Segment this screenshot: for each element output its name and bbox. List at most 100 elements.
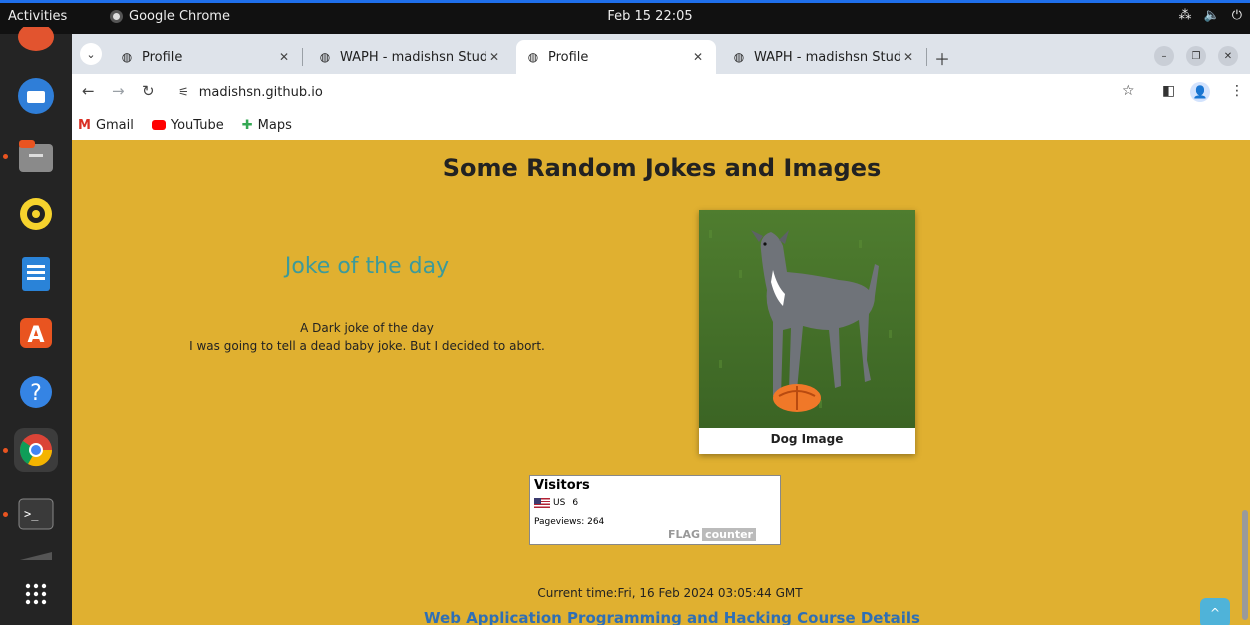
window-close-button[interactable]: ✕ <box>1218 46 1238 66</box>
system-tray[interactable]: ⁂ 🔈 ⏻ <box>1179 8 1242 23</box>
app-name: Google Chrome <box>129 9 230 24</box>
scrollbar-thumb[interactable] <box>1242 510 1248 620</box>
forward-button[interactable]: → <box>112 82 125 100</box>
dock: A ? >_ <box>0 27 72 625</box>
globe-icon: ◍ <box>121 50 133 64</box>
bookmark-star-icon[interactable]: ☆ <box>1122 83 1135 99</box>
running-indicator <box>3 154 8 159</box>
running-indicator <box>3 512 8 517</box>
arrow-right-icon: → <box>112 82 125 100</box>
reload-button[interactable]: ↻ <box>142 82 155 100</box>
chevron-down-icon: ⌄ <box>86 47 96 61</box>
power-icon[interactable]: ⏻ <box>1232 8 1242 23</box>
dog-image-caption: Dog Image <box>770 432 844 446</box>
system-clock[interactable]: Feb 15 22:05 <box>600 9 700 24</box>
close-icon[interactable]: ✕ <box>690 50 706 64</box>
minimize-icon: – <box>1161 50 1167 62</box>
new-tab-button[interactable]: ＋ <box>934 46 950 70</box>
tab-title: Profile <box>142 49 183 65</box>
tab-search-button[interactable]: ⌄ <box>80 43 102 65</box>
bookmark-gmail[interactable]: M Gmail <box>78 118 134 133</box>
close-icon[interactable]: ✕ <box>900 50 916 64</box>
writer-icon[interactable] <box>14 252 58 296</box>
web-page: Some Random Jokes and Images Joke of the… <box>72 140 1250 625</box>
minimize-button[interactable]: – <box>1154 46 1174 66</box>
visitor-row: US 6 <box>534 498 578 508</box>
visitors-title: Visitors <box>534 478 590 493</box>
tab-title: WAPH - madishsn Stude <box>340 49 486 65</box>
trash-bin-icon <box>20 552 52 560</box>
tab-waph-1[interactable]: ◍ WAPH - madishsn Stude ✕ <box>308 40 512 74</box>
app-store-icon: A <box>20 318 52 348</box>
flag-counter-logo: FLAG counter <box>668 528 756 541</box>
close-icon[interactable]: ✕ <box>486 50 502 64</box>
network-icon[interactable]: ⁂ <box>1179 8 1192 23</box>
software-center-icon[interactable]: A <box>14 310 58 354</box>
folder-icon <box>19 140 53 172</box>
profile-avatar-icon[interactable]: 👤 <box>1190 82 1210 102</box>
bookmark-youtube[interactable]: YouTube <box>151 118 224 133</box>
rhythmbox-icon[interactable] <box>14 192 58 236</box>
show-apps-button[interactable] <box>14 572 58 616</box>
browser-toolbar: ← → ↻ ⚟ madishsn.github.io ☆ ◧ 👤 ⋮ <box>72 74 1250 110</box>
app-menu[interactable]: Google Chrome <box>110 9 230 24</box>
course-details-link[interactable]: Web Application Programming and Hacking … <box>72 609 1250 625</box>
kebab-menu-icon[interactable]: ⋮ <box>1230 83 1244 99</box>
flag-counter-brand: FLAG <box>668 528 701 541</box>
files-icon[interactable] <box>14 134 58 178</box>
tab-profile-2[interactable]: ◍ Profile ✕ <box>516 40 716 74</box>
firefox-icon[interactable] <box>14 20 58 64</box>
close-icon: ✕ <box>1223 50 1233 62</box>
joke-text: I was going to tell a dead baby joke. Bu… <box>189 339 545 353</box>
back-button[interactable]: ← <box>82 82 95 100</box>
thunderbird-logo-icon <box>18 78 54 114</box>
bookmark-maps[interactable]: ✚ Maps <box>242 118 292 133</box>
chrome-icon[interactable] <box>14 428 58 472</box>
globe-icon: ◍ <box>527 50 539 64</box>
bookmark-label: Maps <box>257 117 292 133</box>
running-indicator <box>3 448 8 453</box>
page-title: Some Random Jokes and Images <box>442 154 882 182</box>
volume-icon[interactable]: 🔈 <box>1204 8 1220 23</box>
visitor-count: 6 <box>572 498 579 508</box>
firefox-logo-icon <box>18 27 54 51</box>
tab-separator <box>302 48 303 66</box>
tab-title: WAPH - madishsn Stude <box>754 49 900 65</box>
chrome-window: ⌄ ◍ Profile ✕ ◍ WAPH - madishsn Stude ✕ … <box>72 34 1250 625</box>
url-text: madishsn.github.io <box>198 84 323 100</box>
flag-counter-widget[interactable]: Visitors US 6 Pageviews: 264 FLAG counte… <box>529 475 781 545</box>
scroll-to-top-button[interactable]: ^ <box>1200 598 1230 625</box>
bookmarks-bar: M Gmail YouTube ✚ Maps <box>72 110 1250 140</box>
restore-icon: ❐ <box>1191 50 1201 62</box>
gmail-icon: M <box>78 117 91 133</box>
svg-text:A: A <box>27 323 44 348</box>
system-top-bar: Activities Google Chrome Feb 15 22:05 ⁂ … <box>0 0 1250 34</box>
grid-icon <box>25 583 47 605</box>
terminal-prompt-icon: >_ <box>18 498 54 530</box>
globe-icon: ◍ <box>319 50 331 64</box>
flag-counter-brand-counter: counter <box>702 528 756 541</box>
terminal-icon[interactable]: >_ <box>14 492 58 536</box>
maps-icon: ✚ <box>241 117 253 133</box>
tab-separator <box>926 48 927 66</box>
help-icon[interactable]: ? <box>14 370 58 414</box>
svg-text:>_: >_ <box>24 507 39 521</box>
maximize-button[interactable]: ❐ <box>1186 46 1206 66</box>
address-bar[interactable]: ⚟ madishsn.github.io <box>168 78 1098 106</box>
accent-line <box>0 0 1250 3</box>
close-icon[interactable]: ✕ <box>276 50 292 64</box>
globe-icon: ◍ <box>733 50 745 64</box>
visitor-country: US <box>553 498 566 508</box>
tab-title: Profile <box>548 49 589 65</box>
site-info-icon[interactable]: ⚟ <box>178 85 189 99</box>
thunderbird-icon[interactable] <box>14 74 58 118</box>
trash-icon[interactable] <box>14 546 58 566</box>
tab-waph-2[interactable]: ◍ WAPH - madishsn Stude ✕ <box>722 40 927 74</box>
bookmark-label: Gmail <box>95 117 134 133</box>
tab-strip: ⌄ ◍ Profile ✕ ◍ WAPH - madishsn Stude ✕ … <box>72 34 1250 74</box>
tab-profile-1[interactable]: ◍ Profile ✕ <box>110 40 303 74</box>
chrome-logo-icon <box>19 434 53 467</box>
side-panel-icon[interactable]: ◧ <box>1162 83 1175 99</box>
document-icon <box>22 257 50 291</box>
joke-heading: Joke of the day <box>284 254 450 279</box>
